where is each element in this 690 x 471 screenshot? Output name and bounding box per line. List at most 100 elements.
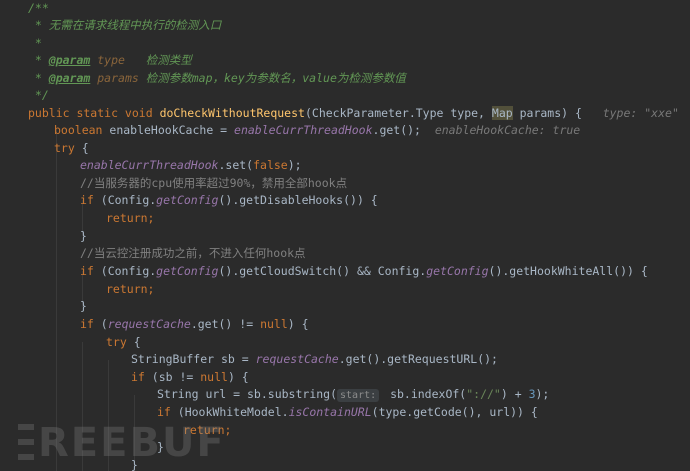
code-line[interactable]: } [80,228,87,246]
static-field: enableCurrThreadHook [234,123,373,137]
code-line[interactable]: //当服务器的cpu使用率超过90%，禁用全部hook点 [80,175,347,193]
code-text: params) { [512,106,582,120]
doc-param-name: type [90,53,125,67]
doc-param-tag: @param [48,71,91,85]
code-line[interactable]: boolean enableHookCache = enableCurrThre… [54,122,580,140]
code-text: .get().getRequestURL(); [338,352,498,366]
code-text: enableHookCache = [102,123,235,137]
code-text: sb.indexOf( [383,387,467,401]
code-line[interactable]: return; [106,210,154,228]
keyword: try [106,335,127,349]
code-text: ) { [227,370,249,384]
keyword: public static void [28,106,160,120]
doc-param-tag: @param [48,53,91,67]
code-text: ; [147,282,155,296]
code-text: String url = sb.substring( [157,387,338,401]
code-text: .get(); [372,123,421,137]
code-text: (type.getCode(), url)) { [371,405,538,419]
code-line[interactable]: public static void doCheckWithoutRequest… [28,105,690,123]
keyword: if [80,317,94,331]
code-line[interactable]: if (sb != null) { [131,369,249,387]
code-line[interactable]: if (requestCache.get() != null) { [80,316,309,334]
code-line[interactable]: * @param type 检测类型 [28,52,192,70]
parameter-hint: start: [337,389,380,402]
code-text: ) + [500,387,529,401]
keyword: if [131,370,145,384]
inline-value-hint: enableHookCache: true [420,123,581,137]
code-text: (Config. [93,264,157,278]
code-text: .set( [218,158,254,172]
doc-comment: * [28,36,42,50]
code-line[interactable]: * @param params 检测参数map，key为参数名，value为检测… [28,70,406,88]
keyword: return [106,211,148,225]
method-name: doCheckWithoutRequest [159,106,305,120]
doc-comment: * [28,53,49,67]
static-method: getConfig [156,264,219,278]
doc-comment: * 无需在请求线程中执行的检测入口 [28,18,222,32]
code-text: .get() != [190,317,261,331]
code-text: (sb != [144,370,201,384]
static-field: requestCache [255,352,339,366]
static-method: isContainURL [288,405,372,419]
code-text: ); [535,387,550,401]
keyword: null [200,370,228,384]
code-line[interactable]: StringBuffer sb = requestCache.get().get… [131,351,498,369]
code-line[interactable]: if (Config.getConfig().getDisableHooks()… [80,192,378,210]
code-text: StringBuffer sb = [131,352,256,366]
doc-comment: /** [28,1,49,15]
code-line[interactable]: try { [54,140,89,158]
code-text: (Config. [93,193,157,207]
code-text: ( [93,317,108,331]
keyword: boolean [54,123,103,137]
doc-param-desc: 检测参数map，key为参数名，value为检测参数值 [138,71,406,85]
code-text: ().getDisableHooks()) { [218,193,378,207]
keyword: null [260,317,288,331]
keyword: try [54,141,75,155]
static-field: enableCurrThreadHook [80,158,219,172]
code-line[interactable]: if (Config.getConfig().getCloudSwitch() … [80,263,648,281]
code-text: ().getHookWhiteAll()) { [488,264,648,278]
keyword: false [253,158,288,172]
number-literal: 3 [528,387,536,401]
doc-comment: * [28,71,49,85]
static-field: requestCache [107,317,191,331]
code-line[interactable]: * [28,35,42,53]
code-line[interactable]: /** [28,0,49,18]
highlighted-type: Map [491,106,513,120]
code-text: (HookWhiteModel. [170,405,289,419]
watermark-logo-mark [18,424,34,462]
code-text: { [126,335,141,349]
keyword: if [157,405,171,419]
code-line[interactable]: */ [28,87,49,105]
static-method: getConfig [156,193,219,207]
code-text: ) { [287,317,309,331]
static-method: getConfig [426,264,489,278]
code-line[interactable]: * 无需在请求线程中执行的检测入口 [28,17,221,35]
code-text: ; [147,211,155,225]
code-text: ); [287,158,302,172]
string-literal: "://" [466,387,501,401]
keyword: return [106,282,148,296]
watermark-text: REEBUF [38,420,226,466]
code-editor[interactable]: /** * 无需在请求线程中执行的检测入口 * * @param type 检测… [0,0,690,471]
keyword: if [80,193,94,207]
code-text: } [80,229,87,243]
line-comment: //当服务器的cpu使用率超过90%，禁用全部hook点 [80,176,348,190]
freebuf-watermark: REEBUF [18,420,226,466]
inline-value-hint: type: "xxe" params [602,106,679,120]
line-comment: //当云控注册成功之前，不进入任何hook点 [80,246,306,260]
doc-param-name: params [90,71,139,85]
doc-comment: */ [28,88,49,102]
code-line[interactable]: return; [106,281,154,299]
code-text: (CheckParameter.Type type, [304,106,492,120]
code-line[interactable]: try { [106,334,141,352]
code-text: } [80,299,87,313]
code-text: ().getCloudSwitch() && Config. [218,264,427,278]
doc-param-desc: 检测类型 [124,53,192,67]
code-line[interactable]: } [80,298,87,316]
code-line[interactable]: //当云控注册成功之前，不进入任何hook点 [80,245,306,263]
code-text: { [74,141,89,155]
code-line[interactable]: String url = sb.substring(start: sb.inde… [157,386,549,404]
keyword: if [80,264,94,278]
code-line[interactable]: enableCurrThreadHook.set(false); [80,157,302,175]
